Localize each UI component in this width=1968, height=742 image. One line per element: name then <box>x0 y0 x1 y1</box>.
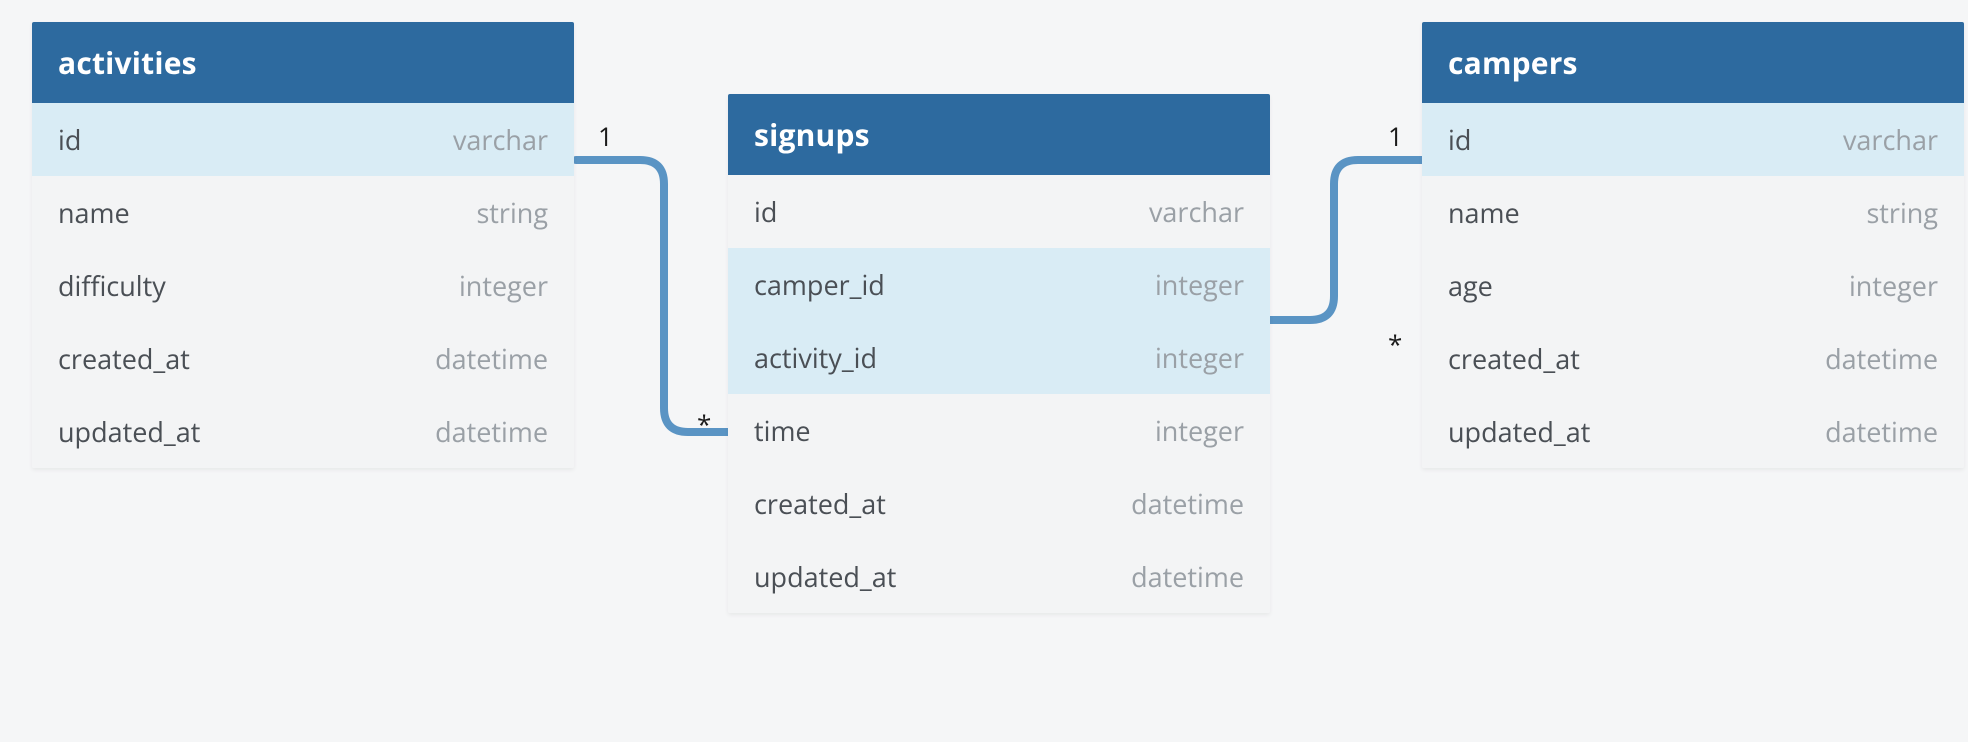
column-name: created_at <box>754 485 886 522</box>
column-name: updated_at <box>58 413 200 450</box>
table-campers[interactable]: campers id varchar name string age integ… <box>1422 22 1964 468</box>
column-name: age <box>1448 267 1493 304</box>
table-activities-header[interactable]: activities <box>32 22 574 103</box>
table-row[interactable]: created_at datetime <box>1422 322 1964 395</box>
column-name: created_at <box>58 340 190 377</box>
column-type: varchar <box>1149 193 1244 230</box>
column-name: id <box>1448 121 1471 158</box>
column-type: datetime <box>435 340 548 377</box>
column-type: string <box>476 194 548 231</box>
column-type: datetime <box>1825 340 1938 377</box>
table-activities[interactable]: activities id varchar name string diffic… <box>32 22 574 468</box>
table-row[interactable]: updated_at datetime <box>1422 395 1964 468</box>
connector-campers-signups <box>1270 160 1422 320</box>
table-row[interactable]: time integer <box>728 394 1270 467</box>
column-name: name <box>1448 194 1520 231</box>
table-row[interactable]: updated_at datetime <box>32 395 574 468</box>
column-type: integer <box>1849 267 1938 304</box>
table-row[interactable]: id varchar <box>1422 103 1964 176</box>
table-row[interactable]: id varchar <box>728 175 1270 248</box>
table-row[interactable]: difficulty integer <box>32 249 574 322</box>
column-type: datetime <box>1131 558 1244 595</box>
cardinality-signups-activity-many: * <box>697 406 711 442</box>
table-row[interactable]: created_at datetime <box>32 322 574 395</box>
column-type: integer <box>1155 266 1244 303</box>
column-type: integer <box>1155 339 1244 376</box>
column-type: integer <box>1155 412 1244 449</box>
table-row[interactable]: id varchar <box>32 103 574 176</box>
table-row[interactable]: age integer <box>1422 249 1964 322</box>
table-row[interactable]: name string <box>32 176 574 249</box>
table-row[interactable]: camper_id integer <box>728 248 1270 321</box>
column-type: varchar <box>1843 121 1938 158</box>
column-name: time <box>754 412 811 449</box>
cardinality-campers-one: 1 <box>1388 118 1403 154</box>
column-name: id <box>58 121 81 158</box>
column-type: varchar <box>453 121 548 158</box>
column-name: activity_id <box>754 339 877 376</box>
column-type: datetime <box>1131 485 1244 522</box>
column-name: created_at <box>1448 340 1580 377</box>
table-row[interactable]: activity_id integer <box>728 321 1270 394</box>
table-row[interactable]: updated_at datetime <box>728 540 1270 613</box>
table-row[interactable]: created_at datetime <box>728 467 1270 540</box>
cardinality-signups-camper-many: * <box>1388 326 1402 362</box>
column-name: name <box>58 194 130 231</box>
table-row[interactable]: name string <box>1422 176 1964 249</box>
column-type: datetime <box>435 413 548 450</box>
table-campers-header[interactable]: campers <box>1422 22 1964 103</box>
er-diagram-canvas: 1 * 1 * activities id varchar name strin… <box>0 0 1968 742</box>
table-signups-header[interactable]: signups <box>728 94 1270 175</box>
column-name: updated_at <box>754 558 896 595</box>
cardinality-activities-one: 1 <box>598 118 613 154</box>
connector-activities-signups <box>576 160 728 432</box>
column-name: camper_id <box>754 266 885 303</box>
column-name: updated_at <box>1448 413 1590 450</box>
column-name: difficulty <box>58 267 166 304</box>
table-signups[interactable]: signups id varchar camper_id integer act… <box>728 94 1270 613</box>
column-type: string <box>1866 194 1938 231</box>
column-name: id <box>754 193 777 230</box>
column-type: datetime <box>1825 413 1938 450</box>
column-type: integer <box>459 267 548 304</box>
